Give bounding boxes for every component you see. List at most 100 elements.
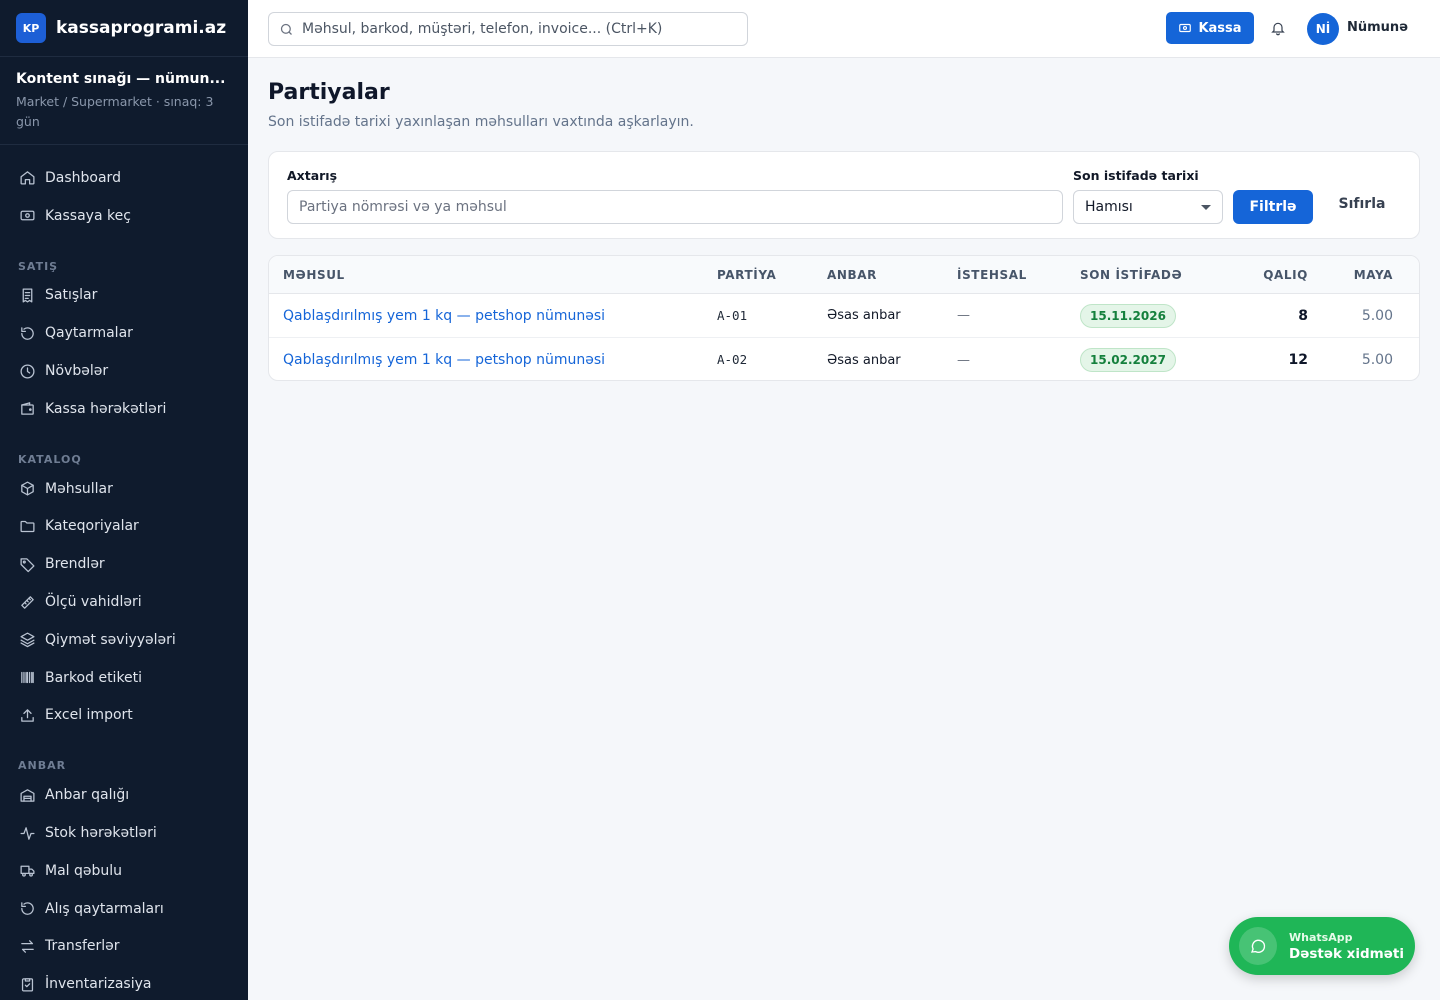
production-date: — xyxy=(957,308,970,323)
global-search[interactable] xyxy=(268,12,748,46)
sidebar-item-label: Məhsullar xyxy=(45,480,113,497)
clipboard-icon xyxy=(18,975,36,993)
column-header-cost[interactable]: MAYA xyxy=(1308,268,1407,282)
workspace-info[interactable]: Kontent sınağı — nümun... Market / Super… xyxy=(0,57,248,145)
sidebar-item-kateqoriyalar[interactable]: Kateqoriyalar xyxy=(0,508,248,546)
sidebar-item-transferler[interactable]: Transferlər xyxy=(0,928,248,966)
column-header-production[interactable]: İSTEHSAL xyxy=(957,268,1080,282)
column-header-product[interactable]: MƏHSUL xyxy=(269,268,717,282)
sidebar: KP kassaprogrami.az Kontent sınağı — nüm… xyxy=(0,0,248,1000)
return-icon xyxy=(18,324,36,342)
sidebar-item-label: Dashboard xyxy=(45,169,121,186)
search-icon xyxy=(280,23,292,35)
avatar[interactable]: Nİ xyxy=(1307,13,1339,45)
sidebar-item-label: Ölçü vahidləri xyxy=(45,594,142,611)
truck-icon xyxy=(18,862,36,880)
sidebar-item-kassaya-kec[interactable]: Kassaya keç xyxy=(0,197,248,235)
sidebar-item-excel-import[interactable]: Excel import xyxy=(0,697,248,735)
expiry-label: Son istifadə tarixi xyxy=(1073,168,1199,183)
remaining-qty: 8 xyxy=(1298,307,1308,324)
cash-icon xyxy=(18,207,36,225)
sidebar-item-novbeler[interactable]: Növbələr xyxy=(0,352,248,390)
column-header-expiry[interactable]: SON İSTİFADƏ xyxy=(1080,268,1230,282)
box-icon xyxy=(18,480,36,498)
ruler-icon xyxy=(18,593,36,611)
batch-search-input[interactable] xyxy=(287,190,1063,224)
clock-icon xyxy=(18,362,36,380)
sidebar-item-inventarizasiya[interactable]: İnventarizasiya xyxy=(0,965,248,1000)
column-header-warehouse[interactable]: ANBAR xyxy=(827,268,957,282)
sidebar-item-anbar-qaligi[interactable]: Anbar qalığı xyxy=(0,776,248,814)
product-link[interactable]: Qablaşdırılmış yem 1 kq — petshop nümunə… xyxy=(283,308,605,324)
activity-icon xyxy=(18,824,36,842)
notifications-button[interactable] xyxy=(1270,20,1288,38)
user-name[interactable]: Nümunə xyxy=(1347,20,1408,35)
expiry-select-value: Hamısı xyxy=(1085,199,1133,215)
table-row: Qablaşdırılmış yem 1 kq — petshop nümunə… xyxy=(269,338,1419,380)
sidebar-item-mal-qebulu[interactable]: Mal qəbulu xyxy=(0,852,248,890)
page-subtitle: Son istifadə tarixi yaxınlaşan məhsullar… xyxy=(268,114,694,130)
kassa-button[interactable]: Kassa xyxy=(1166,12,1254,44)
page-title: Partiyalar xyxy=(268,80,390,105)
sidebar-section-title: KATALOQ xyxy=(18,452,82,466)
brand[interactable]: KP kassaprogrami.az xyxy=(0,0,248,57)
cash-icon xyxy=(1179,23,1192,33)
warehouse-name: Əsas anbar xyxy=(827,308,901,323)
sidebar-section-title: ANBAR xyxy=(18,759,67,773)
column-header-batch[interactable]: PARTİYA xyxy=(717,268,827,282)
brand-logo: KP xyxy=(16,13,46,43)
expiry-select[interactable]: Hamısı xyxy=(1073,190,1223,224)
sidebar-item-label: İnventarizasiya xyxy=(45,976,152,993)
batch-number: A-02 xyxy=(717,352,748,367)
cost-value: 5.00 xyxy=(1361,352,1393,368)
sidebar-nav: Dashboard Kassaya keç SATIŞ Satışlar Qay… xyxy=(0,145,248,1000)
return-icon xyxy=(18,900,36,918)
sidebar-item-label: Satışlar xyxy=(45,287,98,304)
product-link[interactable]: Qablaşdırılmış yem 1 kq — petshop nümunə… xyxy=(283,352,605,368)
layers-icon xyxy=(18,631,36,649)
sidebar-item-label: Kateqoriyalar xyxy=(45,518,139,535)
sidebar-item-olcu-vahidleri[interactable]: Ölçü vahidləri xyxy=(0,583,248,621)
sidebar-item-brendler[interactable]: Brendlər xyxy=(0,545,248,583)
barcode-icon xyxy=(18,669,36,687)
reset-button[interactable]: Sıfırla xyxy=(1327,190,1397,218)
support-label: Dəstək xidməti xyxy=(1289,945,1404,962)
receipt-icon xyxy=(18,286,36,304)
sidebar-item-mehsullar[interactable]: Məhsullar xyxy=(0,470,248,508)
kassa-button-label: Kassa xyxy=(1198,20,1242,36)
global-search-input[interactable] xyxy=(302,21,722,37)
sidebar-item-qaytarmalar[interactable]: Qaytarmalar xyxy=(0,314,248,352)
whatsapp-label: WhatsApp xyxy=(1289,930,1353,944)
sidebar-item-barkod-etiketi[interactable]: Barkod etiketi xyxy=(0,659,248,697)
transfer-icon xyxy=(18,937,36,955)
sidebar-item-stok-herektleri[interactable]: Stok hərəkətləri xyxy=(0,814,248,852)
sidebar-item-label: Qiymət səviyyələri xyxy=(45,631,176,648)
cost-value: 5.00 xyxy=(1361,307,1393,324)
chevron-down-icon xyxy=(1201,204,1211,210)
filter-panel: Axtarış Son istifadə tarixi Hamısı Filtr… xyxy=(268,151,1420,239)
sidebar-item-kassa-herektleri[interactable]: Kassa hərəkətləri xyxy=(0,390,248,428)
expiry-badge: 15.02.2027 xyxy=(1080,348,1176,372)
sidebar-item-qiymet-seviyyeleri[interactable]: Qiymət səviyyələri xyxy=(0,621,248,659)
topbar: Kassa Nİ Nümunə xyxy=(248,0,1440,58)
workspace-subtitle: Market / Supermarket · sınaq: 3 gün xyxy=(16,94,214,129)
production-date: — xyxy=(957,352,970,368)
main-content: Partiyalar Son istifadə tarixi yaxınlaşa… xyxy=(248,58,1440,1000)
sidebar-item-label: Transferlər xyxy=(45,938,120,955)
sidebar-item-alis-qaytarmalari[interactable]: Alış qaytarmaları xyxy=(0,890,248,928)
batches-table: MƏHSUL PARTİYA ANBAR İSTEHSAL SON İSTİFA… xyxy=(268,255,1420,381)
brand-name: kassaprogrami.az xyxy=(56,18,227,38)
upload-icon xyxy=(18,706,36,724)
sidebar-item-label: Alış qaytarmaları xyxy=(45,900,164,917)
sidebar-item-label: Stok hərəkətləri xyxy=(45,825,157,842)
sidebar-item-dashboard[interactable]: Dashboard xyxy=(0,159,248,197)
whatsapp-text: WhatsApp Dəstək xidməti xyxy=(1289,931,1404,962)
search-label: Axtarış xyxy=(287,168,338,183)
batch-number: A-01 xyxy=(717,307,748,323)
column-header-remaining[interactable]: QALIQ xyxy=(1230,268,1308,282)
expiry-badge: 15.11.2026 xyxy=(1080,303,1176,328)
sidebar-item-satislar[interactable]: Satışlar xyxy=(0,277,248,315)
whatsapp-support-button[interactable]: WhatsApp Dəstək xidməti xyxy=(1229,917,1415,975)
filter-button[interactable]: Filtrlə xyxy=(1233,190,1313,224)
sidebar-item-label: Excel import xyxy=(45,707,133,724)
